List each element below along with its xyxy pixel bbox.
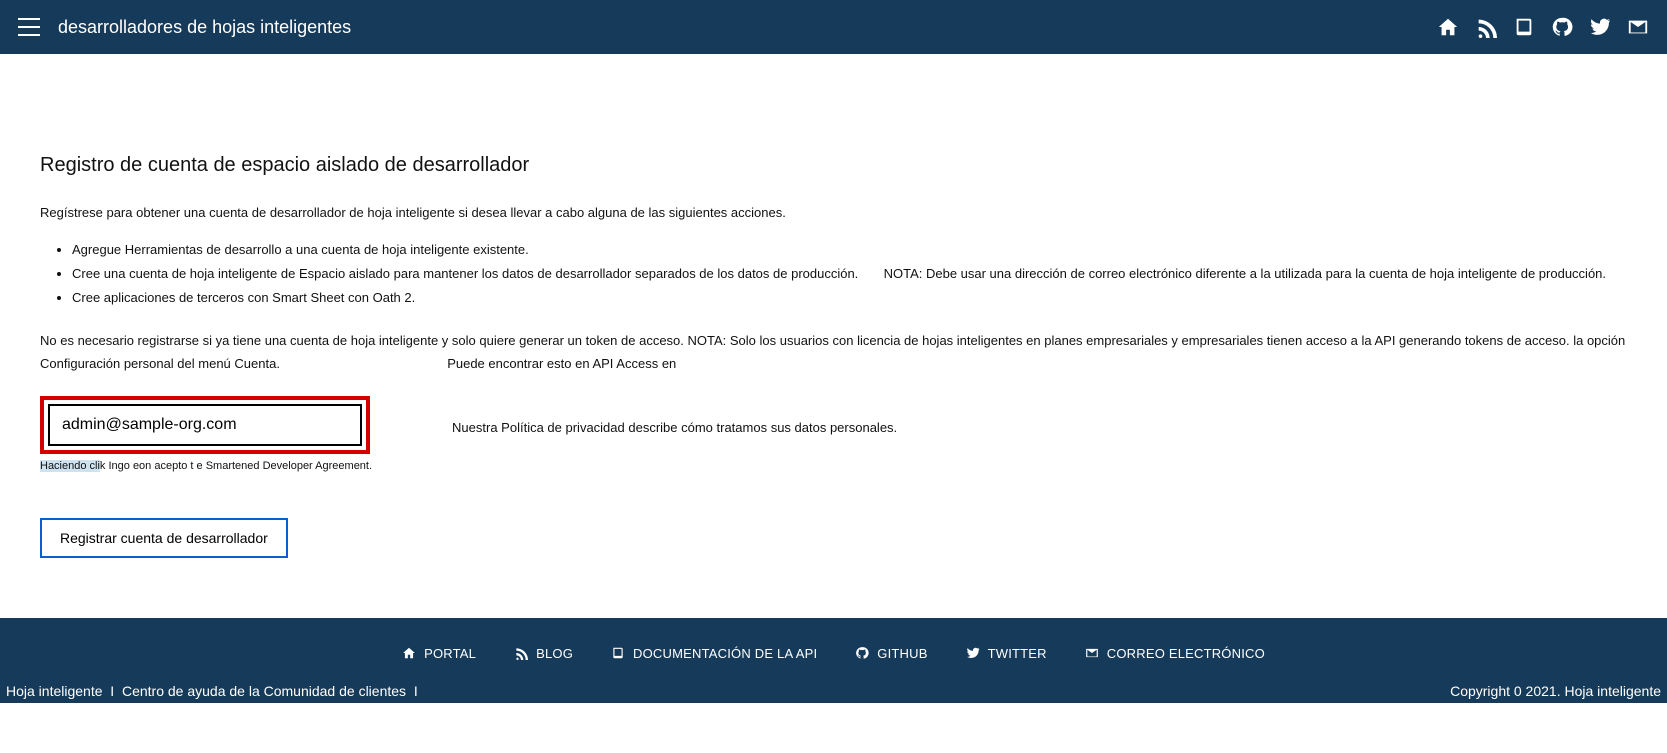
agreement-text: Haciendo clik Ingo eon acepto t e Smarte…	[40, 460, 372, 472]
agreement-rest: k Ingo eon acepto t e Smartened Develope…	[100, 460, 372, 472]
email-field-wrapper[interactable]	[48, 404, 362, 446]
top-bar-left: desarrolladores de hojas inteligentes	[18, 17, 351, 38]
email-field[interactable]	[62, 416, 348, 434]
footer-label: PORTAL	[424, 646, 476, 661]
action-row: Haciendo clik Ingo eon acepto t e Smarte…	[40, 396, 1627, 472]
agreement-highlight: Haciendo cli	[40, 460, 100, 472]
book-icon[interactable]	[1513, 16, 1535, 38]
email-highlight-box	[40, 396, 370, 454]
list-item: Cree una cuenta de hoja inteligente de E…	[72, 266, 1627, 281]
home-icon	[402, 646, 416, 660]
list-item: Cree aplicaciones de terceros con Smart …	[72, 290, 1627, 305]
bullet-note: NOTA: Debe usar una dirección de correo …	[884, 266, 1606, 281]
email-icon[interactable]	[1627, 16, 1649, 38]
page-content: Registro de cuenta de espacio aislado de…	[0, 54, 1667, 618]
home-icon[interactable]	[1437, 16, 1459, 38]
github-icon	[855, 646, 869, 660]
footer-link-api-docs[interactable]: DOCUMENTACIÓN DE LA API	[611, 646, 817, 661]
bullet-list: Agregue Herramientas de desarrollo a una…	[72, 242, 1627, 305]
footer: PORTAL BLOG DOCUMENTACIÓN DE LA API GITH…	[0, 618, 1667, 703]
menu-icon[interactable]	[18, 18, 40, 36]
rss-icon[interactable]	[1475, 16, 1497, 38]
footer-label: BLOG	[536, 646, 573, 661]
footer-link-email[interactable]: CORREO ELECTRÓNICO	[1085, 646, 1265, 661]
twitter-icon[interactable]	[1589, 16, 1611, 38]
email-icon	[1085, 646, 1099, 660]
footer-link-help[interactable]: Centro de ayuda de la Comunidad de clien…	[122, 683, 406, 699]
list-item: Agregue Herramientas de desarrollo a una…	[72, 242, 1627, 257]
book-icon	[611, 646, 625, 660]
footer-link-brand[interactable]: Hoja inteligente	[6, 683, 103, 699]
register-button[interactable]: Registrar cuenta de desarrollador	[40, 518, 288, 558]
footer-link-twitter[interactable]: TWITTER	[966, 646, 1047, 661]
footer-bottom: Hoja inteligente I Centro de ayuda de la…	[0, 679, 1667, 703]
footer-legal-left: Hoja inteligente I Centro de ayuda de la…	[6, 683, 418, 699]
bullet-main: Cree una cuenta de hoja inteligente de E…	[72, 266, 858, 281]
intro-text: Regístrese para obtener una cuenta de de…	[40, 205, 1627, 220]
twitter-icon	[966, 646, 980, 660]
footer-label: TWITTER	[988, 646, 1047, 661]
footer-label: CORREO ELECTRÓNICO	[1107, 646, 1265, 661]
footer-link-portal[interactable]: PORTAL	[402, 646, 476, 661]
footer-link-github[interactable]: GITHUB	[855, 646, 927, 661]
footer-copyright: Copyright 0 2021. Hoja inteligente	[1450, 683, 1661, 699]
email-section: Haciendo clik Ingo eon acepto t e Smarte…	[40, 396, 372, 472]
site-title: desarrolladores de hojas inteligentes	[58, 17, 351, 38]
footer-label: GITHUB	[877, 646, 927, 661]
no-reg-suffix: Puede encontrar esto en API Access en	[447, 356, 676, 371]
no-reg-prefix: No es necesario registrarse si ya tiene …	[40, 333, 1625, 371]
footer-label: DOCUMENTACIÓN DE LA API	[633, 646, 817, 661]
github-icon[interactable]	[1551, 16, 1573, 38]
privacy-text: Nuestra Política de privacidad describe …	[452, 396, 897, 435]
footer-nav: PORTAL BLOG DOCUMENTACIÓN DE LA API GITH…	[0, 638, 1667, 679]
rss-icon	[514, 646, 528, 660]
top-bar: desarrolladores de hojas inteligentes	[0, 0, 1667, 54]
page-title: Registro de cuenta de espacio aislado de…	[40, 154, 1627, 177]
no-registration-text: No es necesario registrarse si ya tiene …	[40, 329, 1627, 376]
top-bar-icons	[1437, 16, 1649, 38]
footer-link-blog[interactable]: BLOG	[514, 646, 573, 661]
